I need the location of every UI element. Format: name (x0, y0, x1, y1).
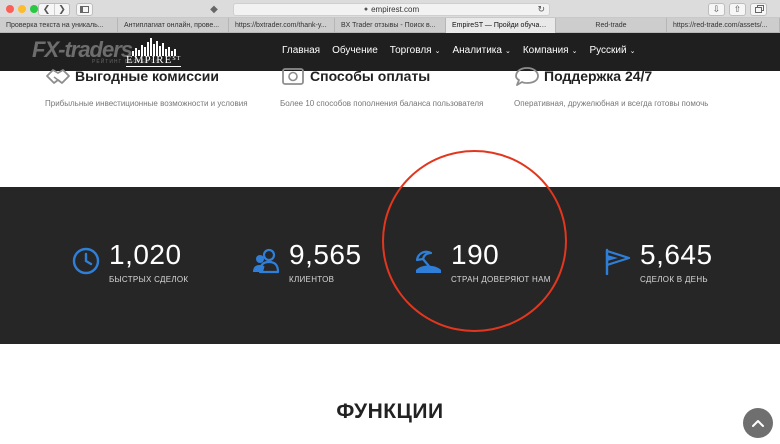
stat-number: 190 (451, 239, 500, 270)
watermark-subtext: РЕЙТИНГ БРОКЕРОВ (92, 59, 160, 65)
stat-number: 1,020 (109, 239, 182, 270)
address-text: empirest.com (371, 5, 420, 14)
stat-number: 9,565 (289, 239, 362, 270)
nav-item-language[interactable]: Русский ⌄ (589, 45, 635, 58)
address-bar[interactable]: ● empirest.com ↻ (233, 3, 550, 16)
share-icon: ⇧ (733, 4, 742, 14)
privacy-shield-icon[interactable]: ◆ (209, 4, 219, 15)
flag-icon (605, 248, 631, 275)
nav-item-company[interactable]: Компания ⌄ (523, 45, 578, 58)
stat-number: 5,645 (640, 239, 713, 270)
chevron-down-icon: ⌄ (504, 48, 511, 55)
island-icon (415, 250, 441, 273)
payment-icon (282, 68, 304, 85)
stat-label: БЫСТРЫХ СДЕЛОК (109, 275, 189, 284)
clock-icon (72, 247, 100, 275)
stat-label: СТРАН ДОВЕРЯЮТ НАМ (451, 275, 551, 284)
browser-tab-active[interactable]: EmpireST — Пройди обучаю... (446, 18, 556, 33)
tabs-icon (755, 6, 762, 13)
feature-description: Оперативная, дружелюбная и всегда готовы… (514, 99, 709, 108)
back-button[interactable]: ❮ (39, 4, 54, 15)
chevron-up-icon (752, 420, 764, 427)
maximize-window-button[interactable] (30, 5, 38, 13)
sidebar-icon (80, 6, 89, 13)
share-button[interactable]: ⇧ (729, 3, 746, 16)
feature-description: Прибыльные инвестиционные возможности и … (45, 99, 248, 108)
chevron-down-icon: ⌄ (629, 48, 636, 55)
feature-title: Выгодные комиссии (75, 68, 219, 84)
stat-label: СДЕЛОК В ДЕНЬ (640, 275, 708, 284)
feature-title: Поддержка 24/7 (544, 68, 653, 84)
functions-heading: ФУНКЦИИ (336, 400, 444, 423)
main-navigation: Главная Обучение Торговля ⌄ Аналитика ⌄ Ко… (282, 45, 647, 58)
nav-item-analytics[interactable]: Аналитика ⌄ (452, 45, 510, 58)
stat-label: КЛИЕНТОВ (289, 275, 335, 284)
sidebar-toggle-button[interactable] (76, 3, 93, 16)
browser-tab[interactable]: BX Trader отзывы - Поиск в... (335, 18, 446, 33)
minimize-window-button[interactable] (18, 5, 26, 13)
feature-title: Способы оплаты (310, 68, 431, 84)
tab-overview-button[interactable] (750, 3, 767, 16)
tab-strip: Проверка текста на уникаль... Антиплагиа… (0, 18, 780, 33)
close-window-button[interactable] (6, 5, 14, 13)
chat-icon (515, 67, 539, 86)
history-nav: ❮ ❯ (38, 3, 70, 16)
download-icon: ⇩ (712, 4, 721, 14)
browser-tab[interactable]: Антиплагиат онлайн, прове... (118, 18, 229, 33)
browser-tab[interactable]: Проверка текста на уникаль... (0, 18, 118, 33)
lock-icon: ● (363, 6, 369, 13)
nav-item-trading[interactable]: Торговля ⌄ (390, 45, 441, 58)
browser-tab[interactable]: Red-trade (556, 18, 667, 33)
chevron-down-icon: ⌄ (434, 48, 441, 55)
forward-button[interactable]: ❯ (54, 4, 69, 15)
chevron-down-icon: ⌄ (571, 48, 578, 55)
downloads-button[interactable]: ⇩ (708, 3, 725, 16)
nav-item-home[interactable]: Главная (282, 45, 320, 58)
handshake-icon (46, 69, 70, 84)
browser-tab[interactable]: https://red-trade.com/assets/... (667, 18, 780, 33)
feature-description: Более 10 способов пополнения баланса пол… (280, 99, 484, 108)
browser-tab[interactable]: https://bxtrader.com/thank-y... (229, 18, 335, 33)
scroll-to-top-button[interactable] (743, 408, 773, 438)
browser-toolbar: ❮ ❯ ◆ ● empirest.com ↻ ⇩ ⇧ (0, 0, 780, 18)
nav-item-education[interactable]: Обучение (332, 45, 378, 58)
stats-band: 1,020 БЫСТРЫХ СДЕЛОК 9,565 КЛИЕНТОВ 190 … (0, 187, 780, 344)
users-icon (253, 248, 280, 274)
reload-icon[interactable]: ↻ (537, 4, 545, 15)
